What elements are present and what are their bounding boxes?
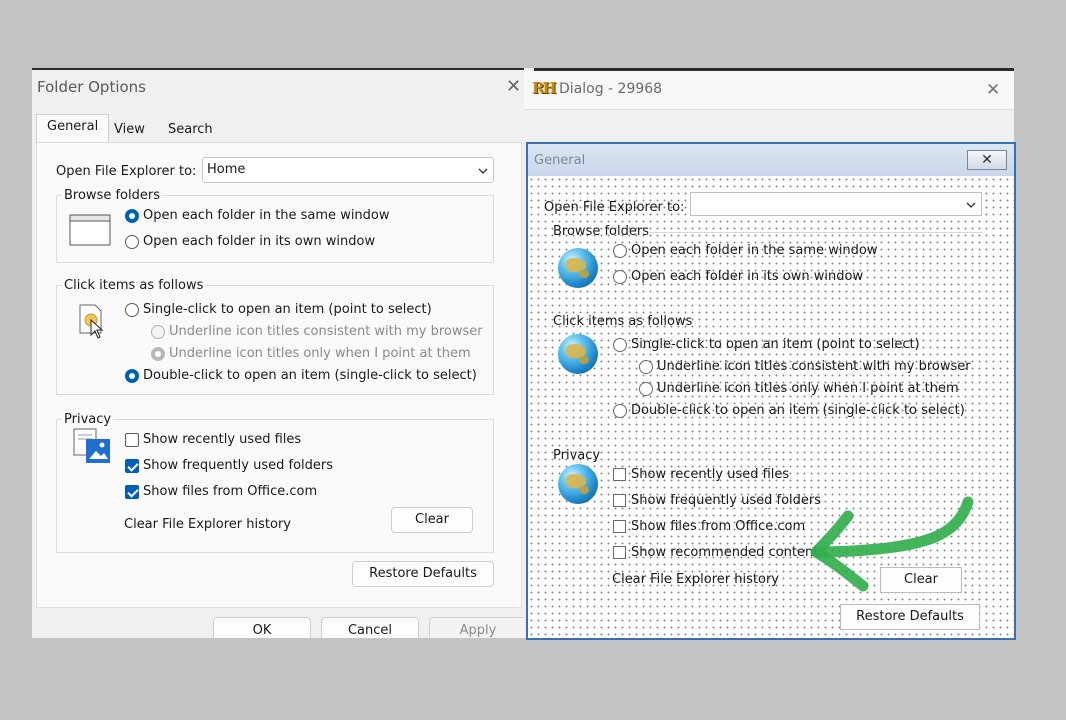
tab-search[interactable]: Search [158, 118, 223, 142]
option-own-window: Open each folder in its own window [631, 269, 864, 284]
checkbox-frequent-folders[interactable] [125, 459, 139, 473]
restore-defaults-button[interactable]: Restore Defaults [840, 604, 980, 630]
globe-icon [558, 334, 598, 374]
group-rule [648, 232, 982, 233]
option-same-window: Open each folder in the same window [143, 208, 390, 223]
window-top-edge [32, 68, 524, 70]
cancel-button[interactable]: Cancel [321, 617, 419, 638]
browse-folders-group [56, 195, 494, 263]
option-own-window: Open each folder in its own window [143, 234, 376, 249]
clear-history-button[interactable]: Clear [391, 507, 473, 533]
chevron-down-icon [478, 168, 488, 174]
apply-button[interactable]: Apply [429, 617, 524, 638]
globe-icon [558, 248, 598, 288]
ok-button[interactable]: OK [213, 617, 311, 638]
form-close-button[interactable]: ✕ [967, 150, 1007, 170]
globe-icon [558, 464, 598, 504]
general-form-frame: General ✕ Open File Explorer to: Browse … [526, 142, 1016, 640]
option-office-files: Show files from Office.com [631, 519, 806, 534]
checkbox-recent-files[interactable] [613, 468, 626, 481]
checkbox-office-files[interactable] [125, 485, 139, 499]
radio-same-window[interactable] [613, 244, 627, 258]
checkbox-office-files[interactable] [613, 520, 626, 533]
option-single-click: Single-click to open an item (point to s… [631, 337, 920, 352]
checkbox-recommended[interactable] [613, 546, 626, 559]
open-explorer-value: Home [207, 162, 246, 177]
cursor-click-icon [79, 304, 104, 339]
general-form-title: General [534, 153, 586, 168]
privacy-icon [73, 428, 110, 463]
radio-underline-point[interactable] [151, 347, 165, 361]
radio-same-window[interactable] [125, 209, 139, 223]
open-explorer-select[interactable]: Home [202, 157, 494, 183]
clear-history-label: Clear File Explorer history [612, 572, 779, 587]
radio-underline-consistent[interactable] [639, 360, 653, 374]
option-underline-consistent: Underline icon titles consistent with my… [169, 324, 483, 339]
folder-options-window: Folder Options ✕ General View Search Ope… [32, 68, 524, 638]
tab-general[interactable]: General [36, 114, 110, 144]
option-underline-consistent: Underline icon titles consistent with my… [657, 359, 971, 374]
annotation-arrow-icon [810, 496, 974, 592]
open-explorer-label: Open File Explorer to: [56, 164, 197, 179]
close-icon[interactable]: ✕ [986, 80, 1000, 100]
open-explorer-label: Open File Explorer to: [544, 200, 685, 215]
clear-history-label: Clear File Explorer history [124, 517, 291, 532]
general-tab-panel: Open File Explorer to: Home Browse folde… [36, 142, 522, 608]
option-single-click: Single-click to open an item (point to s… [143, 302, 432, 317]
radio-single-click[interactable] [613, 338, 627, 352]
close-icon[interactable]: ✕ [506, 76, 521, 97]
radio-double-click[interactable] [613, 404, 627, 418]
option-underline-point: Underline icon titles only when I point … [169, 346, 471, 361]
open-explorer-select[interactable] [690, 192, 982, 216]
browse-folders-label: Browse folders [553, 224, 649, 239]
option-frequent-folders: Show frequently used folders [631, 493, 822, 508]
option-same-window: Open each folder in the same window [631, 243, 878, 258]
radio-underline-consistent[interactable] [151, 325, 165, 339]
tab-view[interactable]: View [104, 118, 155, 142]
dialog-titlebar: RH Dialog - 29968 ✕ [524, 71, 1014, 110]
option-recent-files: Show recently used files [143, 432, 302, 447]
restore-defaults-button[interactable]: Restore Defaults [352, 561, 494, 587]
option-office-files: Show files from Office.com [143, 484, 318, 499]
rh-logo-icon: RH [532, 79, 557, 97]
radio-own-window[interactable] [613, 270, 627, 284]
radio-double-click[interactable] [125, 369, 139, 383]
click-items-label: Click items as follows [62, 278, 206, 293]
general-form-header: General ✕ [528, 144, 1014, 176]
privacy-label: Privacy [553, 448, 601, 463]
option-recent-files: Show recently used files [631, 467, 790, 482]
chevron-down-icon [966, 202, 976, 208]
option-underline-point: Underline icon titles only when I point … [657, 381, 959, 396]
dialog-window: RH Dialog - 29968 ✕ General ✕ Open File … [524, 68, 1016, 640]
radio-single-click[interactable] [125, 303, 139, 317]
checkbox-frequent-folders[interactable] [613, 494, 626, 507]
option-recommended: Show recommended content [631, 545, 819, 560]
browse-folders-label: Browse folders [62, 188, 162, 203]
radio-own-window[interactable] [125, 235, 139, 249]
window-title: Folder Options [37, 78, 146, 96]
option-double-click: Double-click to open an item (single-cli… [143, 368, 477, 383]
click-items-label: Click items as follows [553, 314, 693, 329]
checkbox-recent-files[interactable] [125, 433, 139, 447]
option-frequent-folders: Show frequently used folders [143, 458, 334, 473]
radio-underline-point[interactable] [639, 382, 653, 396]
option-double-click: Double-click to open an item (single-cli… [631, 403, 965, 418]
window-icon [69, 214, 111, 246]
dialog-title: Dialog - 29968 [559, 81, 663, 97]
